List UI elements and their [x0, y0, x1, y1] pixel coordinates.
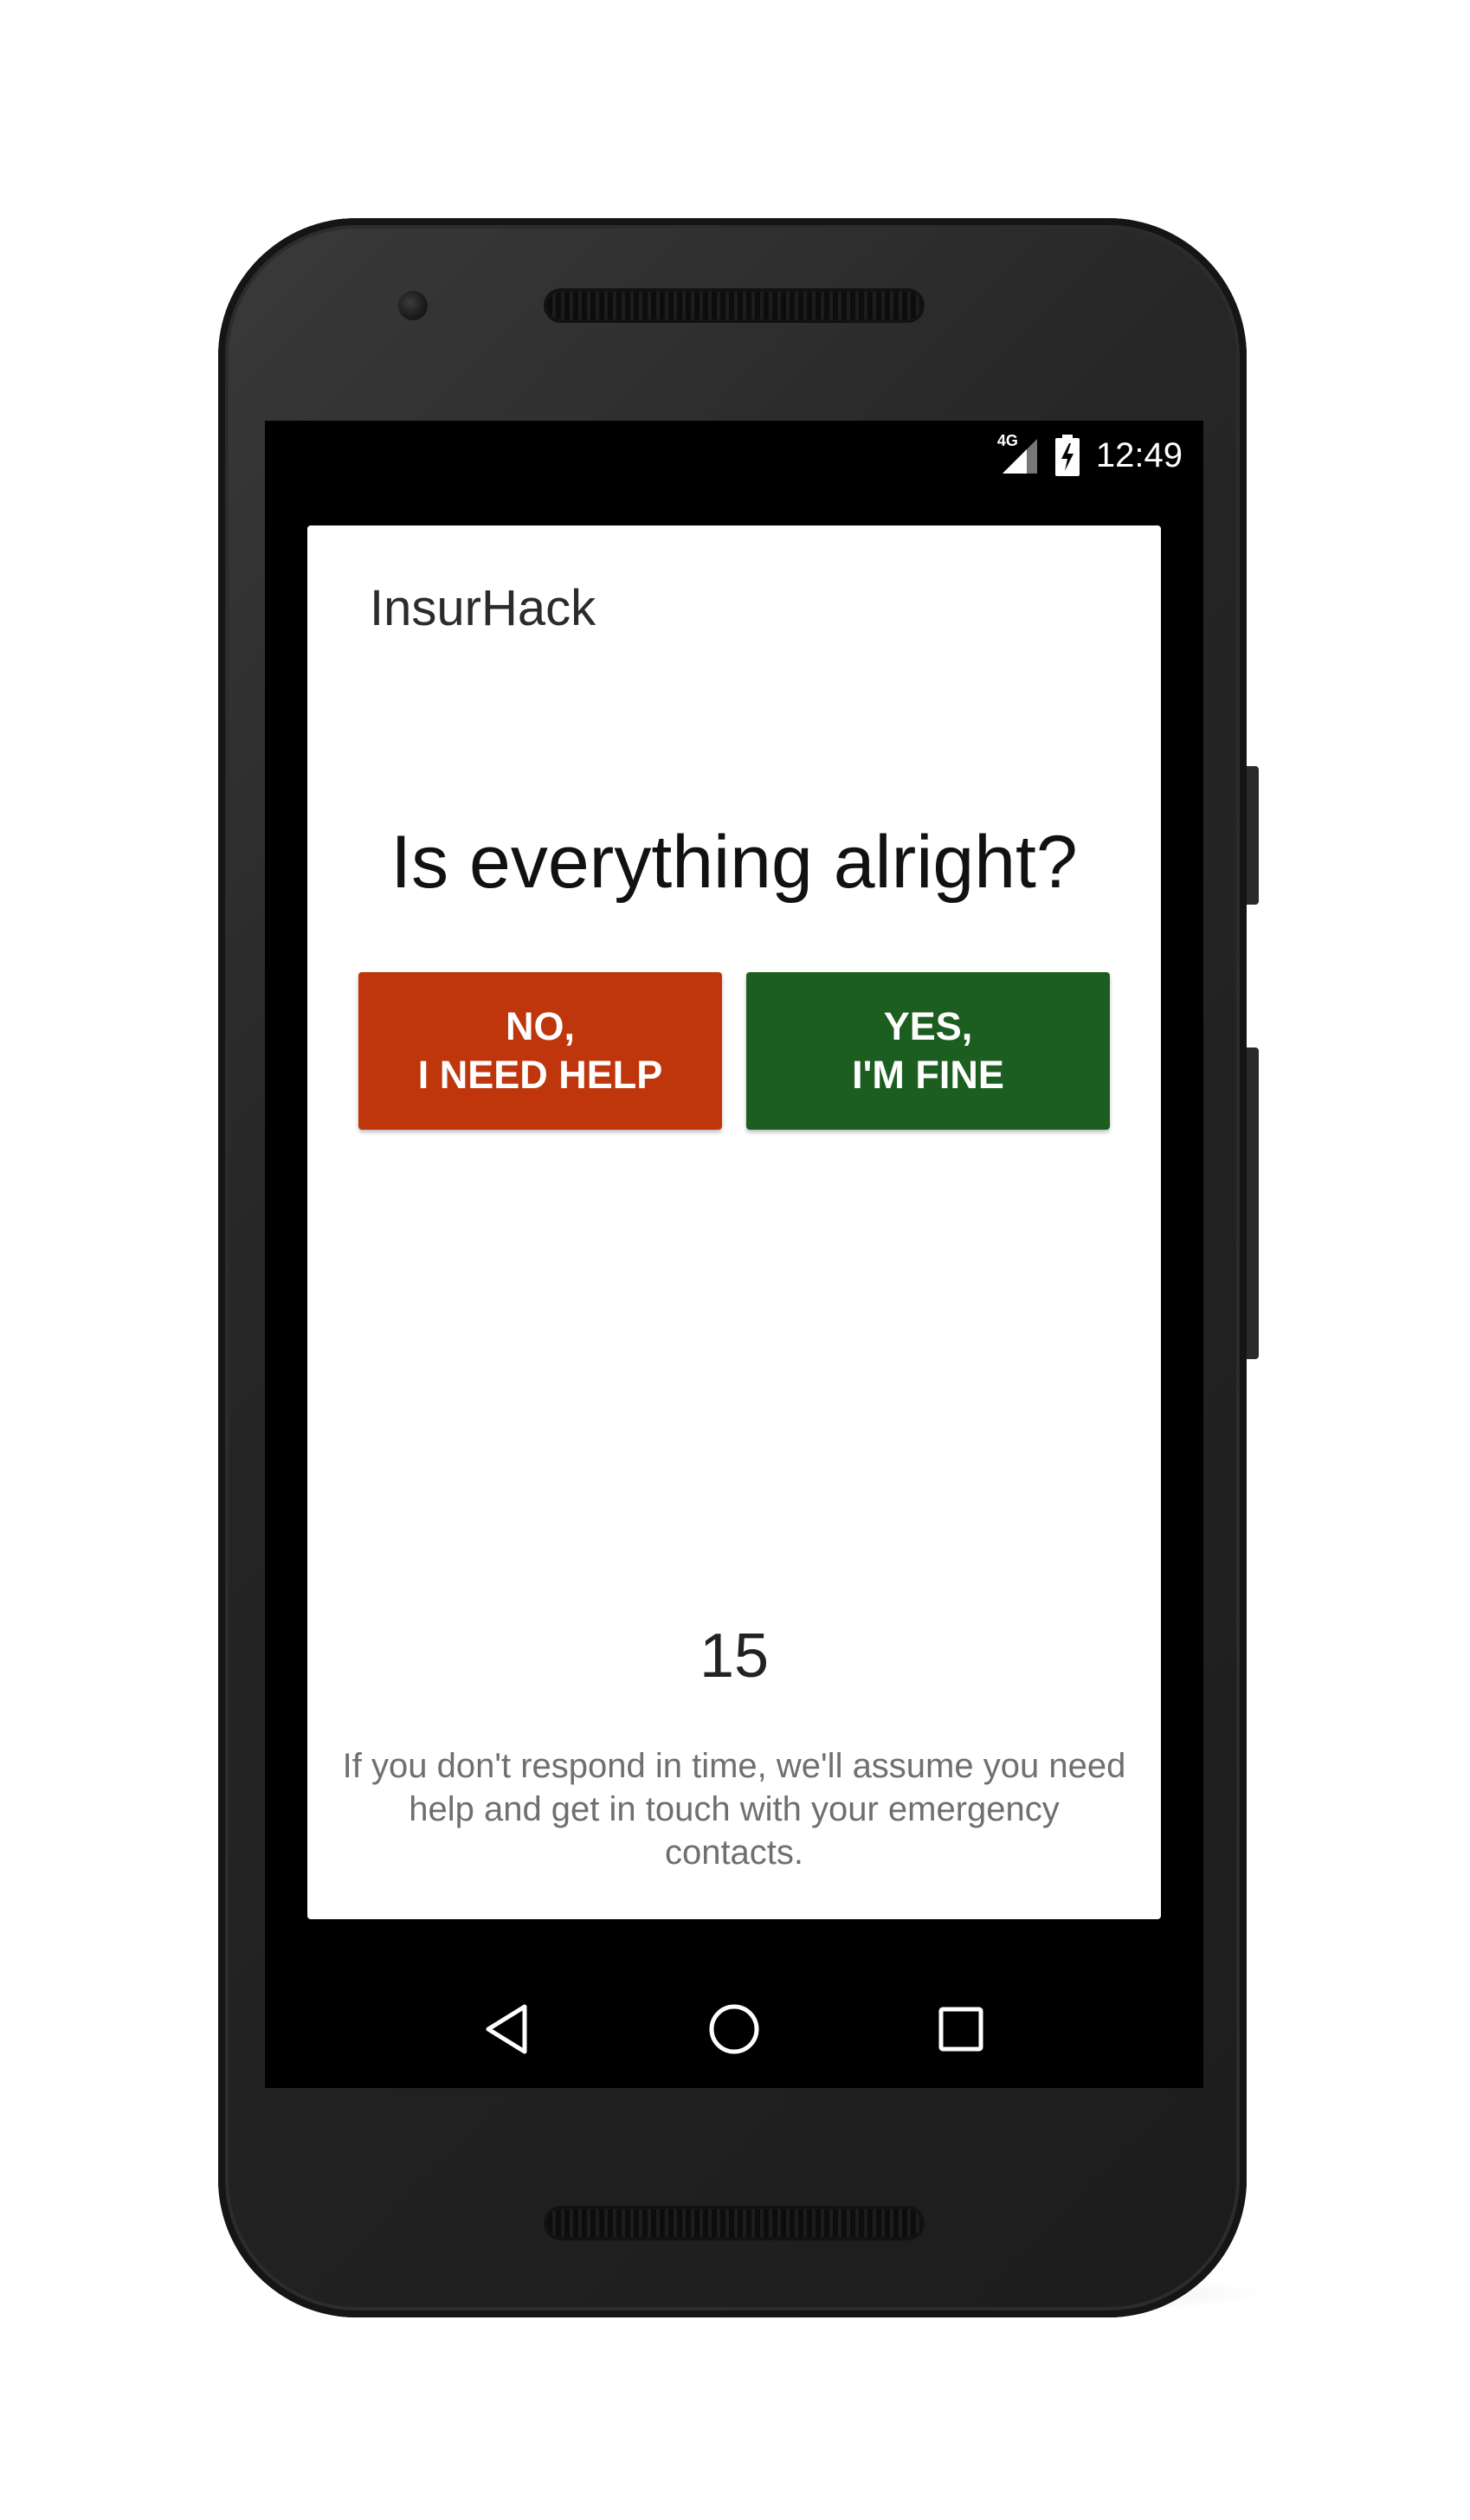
recents-icon: [938, 2007, 983, 2052]
volume-button: [1247, 1047, 1259, 1359]
im-fine-line2: I'M FINE: [852, 1053, 1004, 1097]
home-icon: [709, 2004, 759, 2054]
screen: 4G 12:49 InsurHack Is everything alright…: [265, 421, 1203, 2088]
status-icons: 4G 12:49: [997, 429, 1183, 481]
timeout-notice: If you don't respond in time, we'll assu…: [342, 1747, 1126, 1872]
need-help-line1: NO,: [505, 1004, 575, 1048]
signal-icon: 4G: [997, 432, 1039, 475]
device-mockup: 4G 12:49 InsurHack Is everything alright…: [0, 0, 1470, 2520]
recents-button[interactable]: [926, 1995, 996, 2064]
top-speaker-grille: [547, 292, 921, 319]
navigation-bar: [265, 1970, 1203, 2088]
need-help-line2: I NEED HELP: [417, 1053, 663, 1097]
battery-icon: [1054, 435, 1080, 476]
im-fine-button[interactable]: YES, I'M FINE: [746, 972, 1110, 1130]
back-button[interactable]: [473, 1995, 542, 2064]
status-clock: 12:49: [1095, 435, 1183, 474]
dialog-title: InsurHack: [370, 580, 596, 636]
countdown-timer: 15: [699, 1621, 770, 1691]
status-bar: 4G 12:49: [265, 421, 1203, 490]
home-button[interactable]: [700, 1995, 769, 2064]
front-camera: [398, 291, 428, 320]
check-in-dialog: InsurHack Is everything alright? NO, I N…: [307, 525, 1161, 1919]
need-help-button[interactable]: NO, I NEED HELP: [358, 972, 722, 1130]
bottom-speaker-grille: [547, 2209, 921, 2237]
power-button: [1247, 766, 1259, 905]
im-fine-line1: YES,: [883, 1004, 973, 1048]
back-icon: [486, 2004, 527, 2054]
question-text: Is everything alright?: [390, 821, 1078, 904]
